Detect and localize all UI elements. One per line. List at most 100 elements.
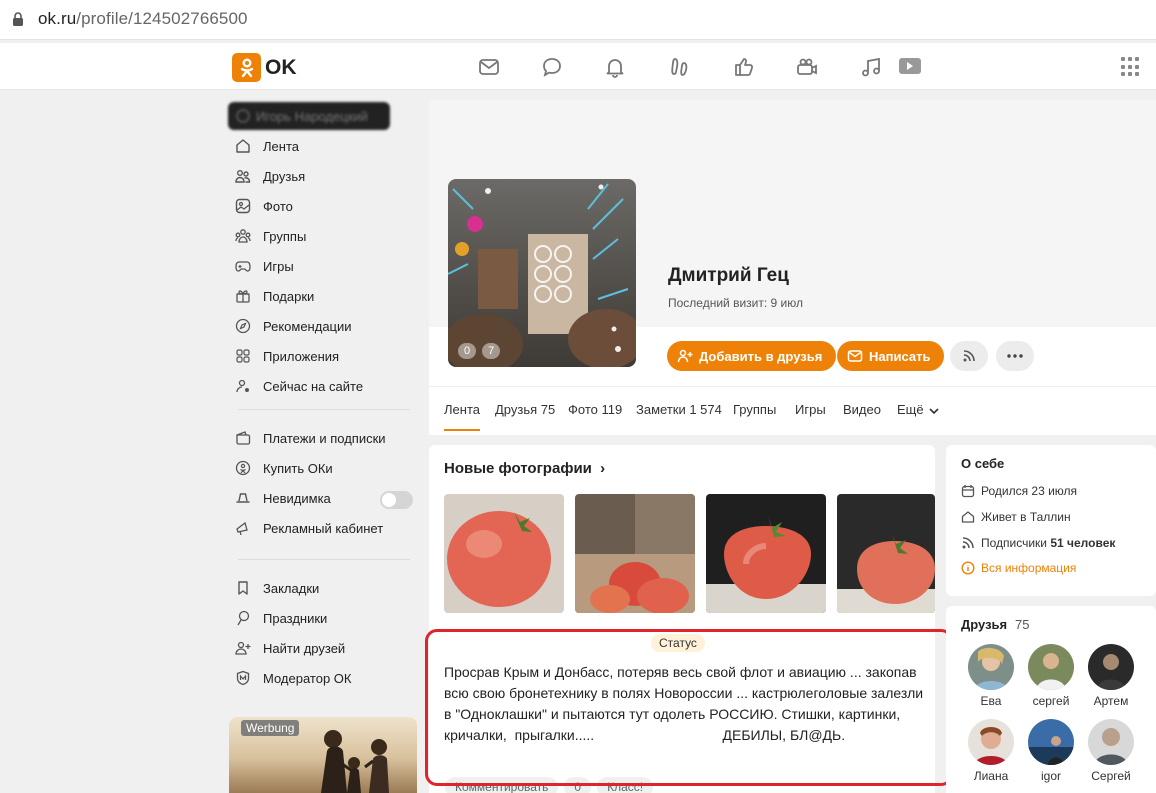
- sidebar-item-holidays[interactable]: Праздники: [234, 607, 327, 629]
- invisible-toggle[interactable]: [380, 491, 413, 509]
- avatar-comments-count: 0: [458, 343, 477, 359]
- sidebar-item-online[interactable]: Сейчас на сайте: [234, 375, 363, 397]
- photo-tomato-1: [444, 494, 564, 613]
- friend-item[interactable]: Артем: [1088, 644, 1134, 708]
- comment-button[interactable]: Комментировать: [445, 777, 559, 793]
- sidebar-item-games[interactable]: Игры: [234, 255, 294, 277]
- ok-logo[interactable]: OK: [232, 53, 297, 82]
- lock-icon: [13, 12, 23, 26]
- sidebar-item-photo[interactable]: Фото: [234, 195, 293, 217]
- all-info-link[interactable]: Вся информация: [961, 561, 1076, 575]
- friend-name: сергей: [1032, 694, 1070, 708]
- browser-url-bar[interactable]: ok.ru/profile/124502766500: [0, 0, 1156, 40]
- friend-name: Сергей: [1091, 769, 1131, 783]
- subscribe-button[interactable]: [950, 341, 988, 371]
- add-friend-label: Добавить в друзья: [699, 348, 823, 364]
- apps-grid-icon[interactable]: [1121, 57, 1141, 77]
- sidebar-item-apps[interactable]: Приложения: [234, 345, 339, 367]
- friend-item[interactable]: igor: [1028, 719, 1074, 783]
- write-message-button[interactable]: Написать: [837, 341, 945, 371]
- sidebar-item-label: Купить ОКи: [263, 460, 333, 476]
- logo-text: OK: [265, 55, 297, 79]
- friend-item[interactable]: Ева: [968, 644, 1014, 708]
- all-info-text: Вся информация: [981, 561, 1077, 575]
- last-visit: Последний визит: 9 июл: [668, 296, 803, 310]
- mail-icon[interactable]: [477, 55, 501, 79]
- like-button[interactable]: Класс!: [597, 777, 654, 793]
- more-dots-icon: [1007, 354, 1023, 358]
- profile-avatar[interactable]: 0 7: [448, 179, 636, 367]
- groups-icon: [234, 227, 252, 245]
- photo-thumbnail[interactable]: [706, 494, 826, 613]
- sidebar-item-moderator[interactable]: Модератор ОК: [234, 667, 351, 689]
- avatar: [968, 719, 1014, 765]
- tab-more-label: Ещё: [897, 402, 924, 417]
- more-options-button[interactable]: [996, 341, 1034, 371]
- share-button[interactable]: 0: [564, 777, 592, 793]
- sidebar-item-label: Невидимка: [263, 490, 331, 506]
- chevron-down-icon: [929, 408, 939, 415]
- sidebar-item-label: Игры: [263, 258, 294, 274]
- photo-thumbnail[interactable]: [837, 494, 935, 613]
- sidebar-item-payments[interactable]: Платежи и подписки: [234, 427, 386, 449]
- current-user-row[interactable]: Игорь Народецкий: [228, 102, 390, 130]
- avatar-stats: 0 7: [458, 343, 501, 359]
- friend-item[interactable]: Лиана: [968, 719, 1014, 783]
- video-play-icon[interactable]: [897, 55, 921, 79]
- photo-tomato-4: [837, 494, 935, 613]
- megaphone-icon: [234, 519, 252, 537]
- sidebar-item-label: Праздники: [263, 610, 328, 626]
- tab-photos[interactable]: Фото 119: [568, 402, 622, 417]
- profile-header: 0 7 Дмитрий Гец Последний визит: 9 июл Д…: [429, 100, 1156, 435]
- bell-icon[interactable]: [603, 55, 627, 79]
- sidebar-item-label: Сейчас на сайте: [263, 378, 364, 394]
- tabs-divider: [429, 386, 1156, 387]
- video-camera-icon[interactable]: [795, 55, 819, 79]
- friends-title[interactable]: Друзья: [961, 617, 1007, 632]
- music-icon[interactable]: [859, 55, 883, 79]
- new-photos-title[interactable]: Новые фотографии ›: [444, 460, 605, 477]
- tab-friends[interactable]: Друзья 75: [495, 402, 555, 417]
- compass-icon: [234, 317, 252, 335]
- tab-video[interactable]: Видео: [843, 402, 881, 417]
- add-friend-button[interactable]: Добавить в друзья: [667, 341, 837, 371]
- sidebar-item-friends[interactable]: Друзья: [234, 165, 305, 187]
- tab-games[interactable]: Игры: [795, 402, 826, 417]
- home-icon: [961, 511, 975, 523]
- sidebar-item-buy-ok[interactable]: Купить ОКи: [234, 457, 333, 479]
- photo-icon: [234, 197, 252, 215]
- tab-more[interactable]: Ещё: [897, 402, 939, 417]
- post-actions: Комментировать 0 Класс!: [445, 777, 654, 793]
- chat-icon[interactable]: [540, 55, 564, 79]
- coin-icon: [234, 459, 252, 477]
- tab-groups[interactable]: Группы: [733, 402, 776, 417]
- about-lives: Живет в Таллин: [961, 510, 1071, 524]
- advertisement[interactable]: Werbung: [229, 717, 417, 793]
- photo-thumbnail[interactable]: [575, 494, 695, 613]
- guests-icon[interactable]: [668, 55, 692, 79]
- status-badge: Статус: [651, 634, 705, 652]
- sidebar-item-groups[interactable]: Группы: [234, 225, 306, 247]
- about-lives-text: Живет в Таллин: [981, 510, 1071, 524]
- avatar: [968, 644, 1014, 690]
- sidebar-item-invisible[interactable]: Невидимка: [234, 487, 331, 509]
- info-icon: [961, 561, 975, 575]
- sidebar-item-label: Приложения: [263, 348, 340, 364]
- wallet-icon: [234, 429, 252, 447]
- tab-notes[interactable]: Заметки 1 574: [636, 402, 722, 417]
- sidebar-item-gifts[interactable]: Подарки: [234, 285, 314, 307]
- sidebar-item-bookmarks[interactable]: Закладки: [234, 577, 319, 599]
- photo-thumbnail[interactable]: [444, 494, 564, 613]
- like-icon[interactable]: [732, 55, 756, 79]
- friend-item[interactable]: сергей: [1028, 644, 1074, 708]
- sidebar-item-feed[interactable]: Лента: [234, 135, 299, 157]
- sidebar-item-label: Фото: [263, 198, 293, 214]
- sidebar-item-find-friends[interactable]: Найти друзей: [234, 637, 345, 659]
- sidebar-item-recommendations[interactable]: Рекомендации: [234, 315, 352, 337]
- friend-item[interactable]: Сергей: [1088, 719, 1134, 783]
- ad-tag: Werbung: [241, 720, 300, 736]
- add-friend-icon: [677, 349, 693, 363]
- sidebar-item-ad-cabinet[interactable]: Рекламный кабинет: [234, 517, 383, 539]
- tab-feed[interactable]: Лента: [444, 402, 480, 431]
- sidebar-item-label: Модератор ОК: [263, 670, 352, 686]
